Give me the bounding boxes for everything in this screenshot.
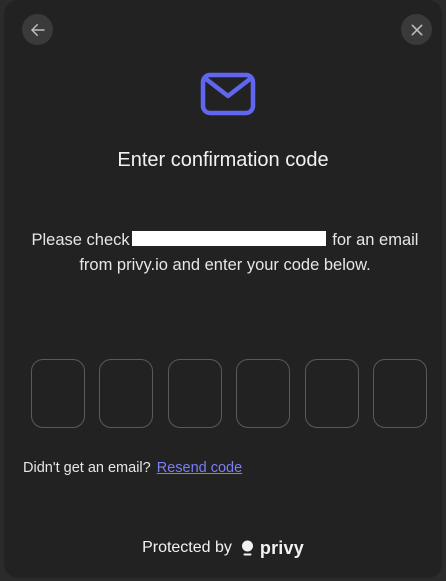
privy-wordmark: privy xyxy=(259,538,304,558)
envelope-icon xyxy=(200,72,256,116)
privy-logo: privy xyxy=(241,537,304,559)
code-digit-3[interactable] xyxy=(167,359,222,428)
close-icon xyxy=(411,24,422,35)
close-button[interactable] xyxy=(401,14,432,45)
arrow-left-icon xyxy=(30,23,45,36)
code-digit-1[interactable] xyxy=(31,359,85,428)
footer: Protected by privy xyxy=(4,537,442,559)
code-digit-2[interactable] xyxy=(99,359,154,428)
resend-row: Didn't get an email? Resend code xyxy=(23,458,242,478)
protected-by-label: Protected by xyxy=(142,539,232,556)
instructions-prefix: Please check xyxy=(31,231,130,249)
instructions-text: Please check for an email from privy.io … xyxy=(24,228,426,278)
code-digit-6[interactable] xyxy=(372,359,427,428)
code-digit-4[interactable] xyxy=(236,359,291,428)
resend-prompt: Didn't get an email? xyxy=(23,460,151,476)
confirmation-modal: Enter confirmation code Please check for… xyxy=(4,0,442,578)
code-input-row xyxy=(31,359,427,428)
resend-code-link[interactable]: Resend code xyxy=(157,460,242,476)
page-title: Enter confirmation code xyxy=(117,149,329,171)
privy-logo-icon xyxy=(241,540,253,556)
back-button[interactable] xyxy=(22,14,53,45)
redacted-email xyxy=(131,231,326,246)
code-digit-5[interactable] xyxy=(304,359,359,428)
